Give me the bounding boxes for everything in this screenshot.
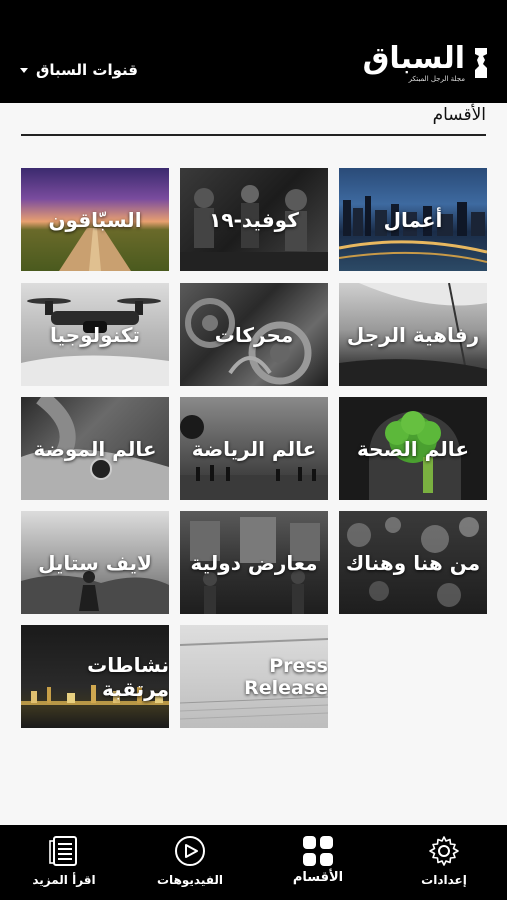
app-logo[interactable]: السباق مجلة الرجل المبتكر (363, 42, 491, 88)
tile-business[interactable]: أعمال (339, 168, 487, 271)
tile-label: عالم الصحة (357, 436, 469, 461)
tile-sports[interactable]: عالم الرياضة (180, 397, 328, 500)
nav-label: الأقسام (292, 870, 344, 885)
section-title: الأقسام (432, 105, 486, 125)
tile-technology[interactable]: تكنولوجيا (21, 283, 169, 386)
tile-here-and-there[interactable]: من هنا وهناك (339, 511, 487, 614)
tile-pioneers[interactable]: السبّاقون (21, 168, 169, 271)
nav-sections[interactable]: الأقسام (268, 825, 368, 900)
tile-label: أعمال (383, 207, 443, 232)
tile-label: تكنولوجيا (50, 322, 140, 347)
logo-text: السباق (362, 41, 465, 76)
document-icon (49, 836, 77, 866)
tile-label: عالم الموضة (33, 436, 157, 461)
tile-label: محركات (214, 322, 294, 347)
tile-fashion[interactable]: عالم الموضة (21, 397, 169, 500)
tile-press-release[interactable]: Press Release (180, 625, 328, 728)
tile-label: السبّاقون (48, 207, 142, 232)
logo-mark-icon (475, 48, 487, 78)
nav-label: الفيديوهات (157, 873, 223, 887)
tile-engines[interactable]: محركات (180, 283, 328, 386)
bottom-nav: إعدادات الأقسام الفيديوهات اقرأ المزيد (0, 825, 507, 900)
nav-label: اقرأ المزيد (32, 873, 96, 887)
tile-covid19[interactable]: كوفيد-١٩ (180, 168, 328, 271)
tile-upcoming-events[interactable]: نشاطات مرتقبة (21, 625, 169, 728)
nav-read-more[interactable]: اقرأ المزيد (14, 825, 114, 900)
nav-videos[interactable]: الفيديوهات (140, 825, 240, 900)
channels-dropdown[interactable]: قنوات السباق (20, 58, 138, 82)
tile-label: رفاهية الرجل (346, 322, 480, 347)
tile-label: Press Release (244, 654, 328, 699)
channels-label: قنوات السباق (36, 61, 138, 79)
tile-label: نشاطات مرتقبة (87, 652, 169, 701)
tile-label: معارض دولية (190, 550, 318, 575)
tile-lifestyle[interactable]: لايف ستايل (21, 511, 169, 614)
nav-label: إعدادات (421, 873, 467, 887)
tile-mens-luxury[interactable]: رفاهية الرجل (339, 283, 487, 386)
tile-intl-exhibitions[interactable]: معارض دولية (180, 511, 328, 614)
tile-health[interactable]: عالم الصحة (339, 397, 487, 500)
play-icon (175, 836, 205, 866)
tile-label: كوفيد-١٩ (209, 207, 299, 232)
gear-icon (429, 836, 459, 866)
tile-label: لايف ستايل (38, 550, 152, 575)
logo-subtitle: مجلة الرجل المبتكر (408, 75, 465, 83)
grid-icon (303, 836, 333, 866)
app-header: السباق مجلة الرجل المبتكر قنوات السباق (0, 0, 507, 103)
nav-settings[interactable]: إعدادات (394, 825, 494, 900)
caret-down-icon (20, 67, 28, 73)
tile-label: عالم الرياضة (191, 436, 317, 461)
section-divider (21, 134, 486, 136)
tile-label: من هنا وهناك (345, 550, 481, 575)
